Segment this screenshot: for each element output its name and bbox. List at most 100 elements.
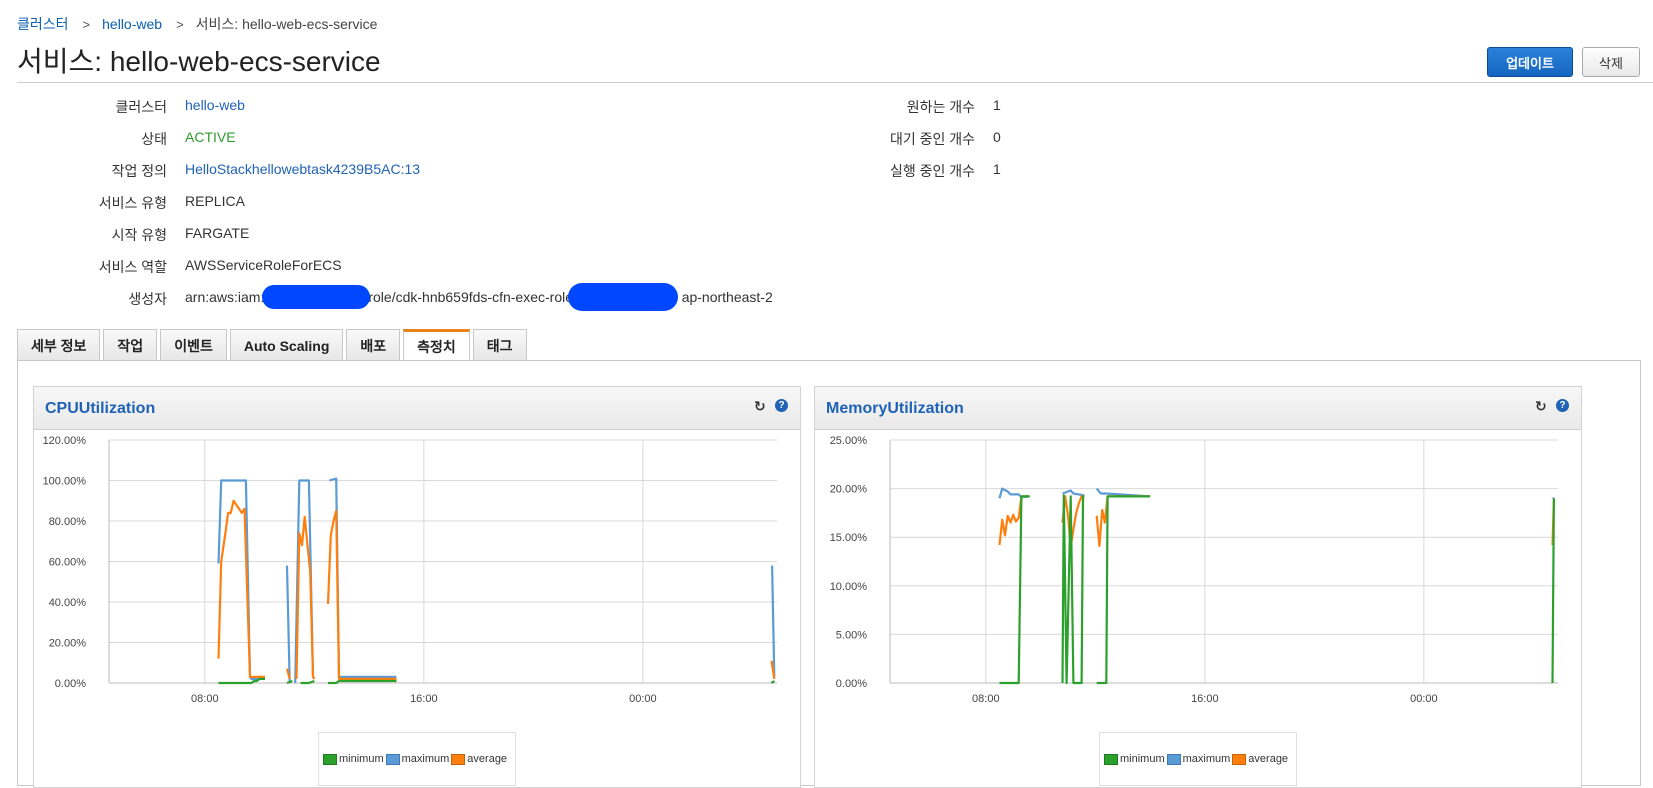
series-line-maximum (285, 565, 291, 684)
detail-label: 상태 (141, 131, 167, 147)
y-tick-label: 60.00% (49, 557, 87, 569)
series-line-average (295, 515, 316, 680)
help-icon[interactable]: ? (775, 399, 788, 412)
tab-tasks[interactable]: 작업 (103, 329, 158, 361)
detail-row-taskdef: 작업 정의 HelloStackhellowebtask4239B5AC:13 (17, 161, 420, 181)
delete-button[interactable]: 삭제 (1582, 47, 1640, 77)
x-tick-label: 16:00 (1191, 693, 1219, 705)
memory-chart-plot: 0.00% 5.00% 10.00% 15.00% 20.00% 25.00% 08:00 1… (830, 435, 1558, 705)
legend-label: minimum (339, 753, 384, 765)
series-line-maximum (1095, 487, 1151, 498)
y-tick-label: 80.00% (49, 516, 87, 528)
legend-label: maximum (1182, 753, 1231, 765)
legend-item-minimum[interactable]: minimum (323, 753, 384, 765)
cpu-chart-plot: 0.00% 20.00% 40.00% 60.00% 80.00% 100.00% 120.… (43, 435, 777, 705)
service-type-value: REPLICA (185, 193, 245, 209)
detail-label: 작업 정의 (111, 163, 167, 179)
pending-count-value: 0 (993, 129, 1001, 145)
chart-legend: minimum maximum average (318, 732, 516, 786)
detail-label: 서비스 역할 (98, 259, 167, 275)
refresh-icon[interactable]: ↻ (1535, 399, 1549, 413)
help-icon[interactable]: ? (1556, 399, 1569, 412)
desired-count-value: 1 (993, 97, 1001, 113)
y-tick-label: 0.00% (836, 678, 867, 690)
redaction-mark (568, 283, 678, 311)
legend-item-maximum[interactable]: maximum (1166, 753, 1231, 765)
series-line-maximum (217, 479, 265, 680)
series-line-minimum (300, 679, 315, 685)
task-definition-link[interactable]: HelloStackhellowebtask4239B5AC:13 (185, 161, 420, 181)
breadcrumb-clusters-link[interactable]: 클러스터 (17, 14, 69, 34)
chart-title: MemoryUtilization (826, 400, 964, 417)
tab-tags[interactable]: 태그 (472, 329, 527, 361)
detail-row-pending: 대기 중인 개수 0 (815, 129, 1001, 149)
x-tick-label: 00:00 (629, 693, 657, 705)
detail-label: 생성자 (128, 291, 167, 307)
y-tick-label: 5.00% (836, 629, 867, 641)
legend-item-minimum[interactable]: minimum (1104, 753, 1165, 765)
y-tick-label: 20.00% (830, 484, 868, 496)
y-tick-label: 100.00% (43, 476, 87, 488)
detail-row-launch-type: 시작 유형 FARGATE (17, 225, 250, 245)
launch-type-value: FARGATE (185, 225, 250, 241)
creator-arn-part: arn:aws:iam: (185, 289, 265, 305)
legend-item-maximum[interactable]: maximum (385, 753, 450, 765)
status-value: ACTIVE (185, 129, 236, 145)
detail-label: 원하는 개수 (906, 99, 975, 115)
refresh-icon[interactable]: ↻ (754, 399, 768, 413)
detail-label: 대기 중인 개수 (889, 131, 975, 147)
detail-label: 시작 유형 (111, 227, 167, 243)
memory-utilization-chart: MemoryUtilization ↻ ? 0.00% 5.00% 10.00% 15… (814, 386, 1582, 788)
tab-bar: 세부 정보 작업 이벤트 Auto Scaling 배포 측정치 태그 (17, 329, 530, 362)
y-tick-label: 120.00% (43, 435, 87, 447)
y-tick-label: 15.00% (830, 532, 868, 544)
y-tick-label: 40.00% (49, 597, 87, 609)
detail-row-running: 실행 중인 개수 1 (815, 161, 1001, 181)
tab-auto-scaling[interactable]: Auto Scaling (229, 329, 344, 361)
x-tick-label: 16:00 (410, 693, 438, 705)
tab-metrics[interactable]: 측정치 (403, 329, 470, 362)
series-line-maximum (771, 565, 776, 677)
series-line-minimum (1096, 495, 1151, 685)
update-button[interactable]: 업데이트 (1487, 47, 1573, 77)
series-line-minimum (1551, 498, 1555, 684)
detail-row-status: 상태 ACTIVE (17, 129, 236, 149)
legend-swatch (1104, 753, 1118, 765)
creator-arn-part: role/cdk-hnb659fds-cfn-exec-role- (368, 289, 578, 305)
breadcrumb-cluster-link[interactable]: hello-web (102, 16, 162, 32)
cluster-link[interactable]: hello-web (185, 97, 245, 117)
chart-legend: minimum maximum average (1099, 732, 1297, 786)
breadcrumb: 클러스터 > hello-web > 서비스: hello-web-ecs-se… (17, 14, 377, 34)
legend-item-average[interactable]: average (451, 753, 507, 765)
legend-swatch (451, 753, 466, 765)
legend-swatch (1232, 753, 1247, 765)
x-tick-label: 08:00 (972, 693, 1000, 705)
detail-row-cluster: 클러스터 hello-web (17, 97, 245, 117)
x-tick-label: 00:00 (1410, 693, 1438, 705)
tab-deployments[interactable]: 배포 (346, 329, 401, 361)
series-line-average (1095, 495, 1151, 548)
detail-row-service-type: 서비스 유형 REPLICA (17, 193, 245, 213)
y-tick-label: 0.00% (55, 678, 86, 690)
series-line-maximum (1062, 489, 1085, 497)
legend-swatch (385, 753, 400, 765)
page-title: 서비스: hello-web-ecs-service (17, 46, 381, 77)
series-line-average (217, 499, 265, 678)
y-tick-label: 20.00% (49, 638, 87, 650)
y-tick-label: 25.00% (830, 435, 868, 447)
legend-label: average (1248, 753, 1289, 765)
legend-item-average[interactable]: average (1232, 753, 1288, 765)
detail-row-desired: 원하는 개수 1 (815, 97, 1001, 117)
divider (17, 82, 1653, 83)
legend-label: maximum (401, 753, 450, 765)
series-line-minimum (218, 677, 265, 685)
detail-label: 서비스 유형 (98, 195, 167, 211)
y-tick-label: 10.00% (830, 581, 868, 593)
tab-details[interactable]: 세부 정보 (17, 329, 101, 361)
chart-header: CPUUtilization ↻ ? (34, 387, 800, 430)
legend-label: average (467, 753, 508, 765)
breadcrumb-current: 서비스: hello-web-ecs-service (195, 16, 378, 32)
redaction-mark (262, 285, 370, 309)
service-details: 클러스터 hello-web 상태 ACTIVE 작업 정의 HelloStac… (0, 92, 1653, 312)
tab-events[interactable]: 이벤트 (160, 329, 227, 361)
